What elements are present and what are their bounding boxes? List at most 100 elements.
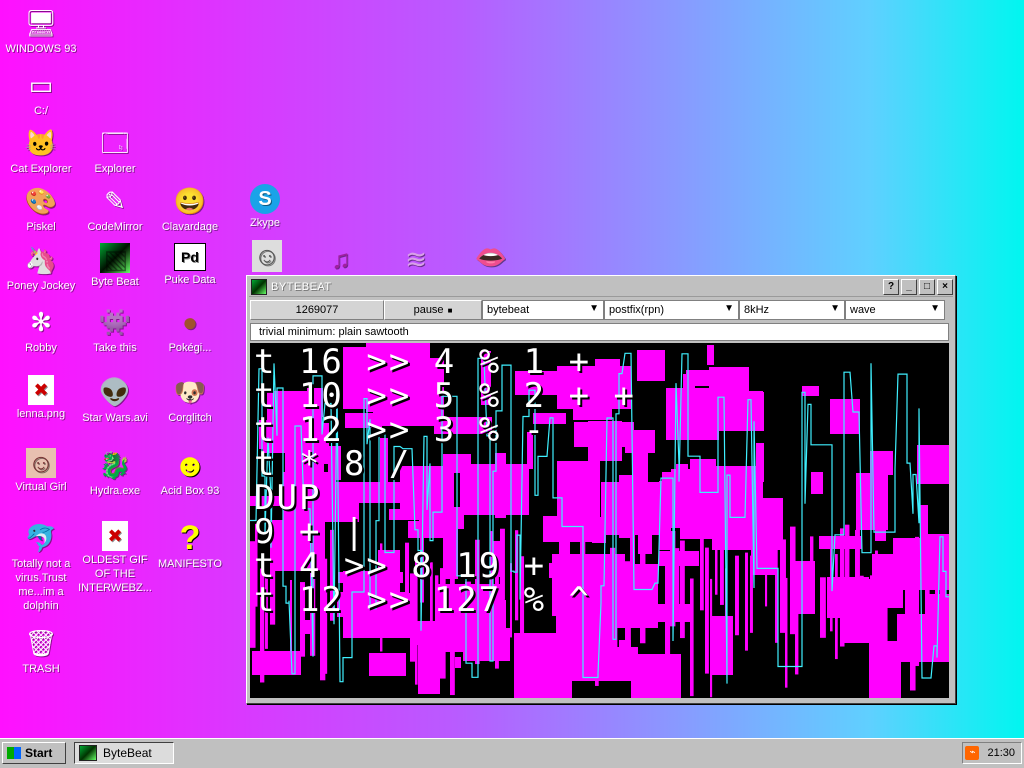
icon-label: TRASH xyxy=(22,663,60,675)
chevron-down-icon: ▼ xyxy=(589,303,599,314)
glitch-block xyxy=(811,472,823,494)
icon-acid-box[interactable]: ☻ Acid Box 93 xyxy=(151,448,229,498)
glitch-block xyxy=(637,350,665,381)
taskbar: Start ByteBeat ⌁ 21:30 xyxy=(0,738,1024,768)
bytebeat-icon xyxy=(79,745,97,761)
icon-pokegi[interactable]: ● Pokégi... xyxy=(151,305,229,355)
glitch-stripe xyxy=(705,547,709,674)
waves-icon: ≋ xyxy=(405,244,427,274)
icon-corglitch[interactable]: 🐶 Corglitch xyxy=(151,375,229,425)
window-titlebar[interactable]: BYTEBEAT ? _ □ × xyxy=(249,278,953,297)
pause-button[interactable]: pause ■ xyxy=(384,300,482,320)
icon-label: CodeMirror xyxy=(87,221,143,233)
icon-zkype[interactable]: S Zkype xyxy=(226,184,304,230)
icon-lenna[interactable]: ✖ lenna.png xyxy=(2,375,80,421)
bytebeat-window[interactable]: BYTEBEAT ? _ □ × 1269077 pause ■ bytebea… xyxy=(246,275,956,704)
icon-explorer[interactable]: 🗔 Explorer xyxy=(76,126,154,176)
icon-label: Acid Box 93 xyxy=(160,485,220,497)
glitch-stripe xyxy=(910,574,916,691)
icon-partial-sound[interactable]: ♫ xyxy=(302,242,380,278)
question-icon: ? xyxy=(179,519,201,557)
character-icon: 👾 xyxy=(98,307,132,337)
expression-description: trivial minimum: plain sawtooth xyxy=(250,323,949,341)
rate-select[interactable]: 8kHz ▼ xyxy=(739,300,845,320)
computer-icon: 🖥 xyxy=(24,8,58,38)
icon-codemirror[interactable]: ✎ CodeMirror xyxy=(76,184,154,234)
window-icon: 🗔 xyxy=(100,128,130,158)
icon-label: Robby xyxy=(25,342,57,354)
code-editor[interactable]: t 16 >> 4 % 1 + t 10 >> 5 % 2 + + t 12 >… xyxy=(254,345,636,617)
yoda-icon: 👽 xyxy=(98,377,132,407)
visualizer-canvas[interactable]: t 16 >> 4 % 1 + t 10 >> 5 % 2 + + t 12 >… xyxy=(250,343,949,698)
icon-piskel[interactable]: 🎨 Piskel xyxy=(2,184,80,234)
glitch-block xyxy=(761,498,783,545)
help-button[interactable]: ? xyxy=(883,279,899,295)
icon-partial-face[interactable]: ☺ xyxy=(228,240,306,274)
close-button[interactable]: × xyxy=(937,279,953,295)
minimize-button[interactable]: _ xyxy=(901,279,917,295)
glitch-stripe xyxy=(860,575,864,641)
maximize-button[interactable]: □ xyxy=(919,279,935,295)
palette-icon: 🎨 xyxy=(24,186,58,216)
glitch-block xyxy=(666,388,719,440)
icon-take-this[interactable]: 👾 Take this xyxy=(76,305,154,355)
puredata-icon: Pd xyxy=(174,243,206,271)
start-button[interactable]: Start xyxy=(2,742,66,764)
trash-icon: 🗑 xyxy=(24,628,58,658)
glitch-block xyxy=(756,443,764,482)
icon-trash[interactable]: 🗑 TRASH xyxy=(2,626,80,676)
glitch-stripe xyxy=(925,578,930,644)
chat-icon: 😀 xyxy=(173,186,207,216)
chevron-down-icon: ▼ xyxy=(830,303,840,314)
glitch-stripe xyxy=(675,548,680,621)
glitch-stripe xyxy=(845,524,850,595)
chevron-down-icon: ▼ xyxy=(930,303,940,314)
time-counter: 1269077 xyxy=(250,300,384,320)
bytebeat-icon: ▧ xyxy=(100,243,130,273)
glitch-block xyxy=(369,653,406,676)
icon-cat-explorer[interactable]: 🐱 Cat Explorer xyxy=(2,126,80,176)
icon-c-drive[interactable]: ▭ C:/ xyxy=(2,68,80,118)
rss-icon[interactable]: ⌁ xyxy=(965,746,980,760)
pause-label: pause xyxy=(413,304,444,316)
icon-label: Star Wars.avi xyxy=(82,412,148,424)
icon-dolphin[interactable]: 🐬 Totally not a virus.Trust me...im a do… xyxy=(2,521,80,613)
icon-manifesto[interactable]: ? MANIFESTO xyxy=(151,521,229,571)
glitch-block xyxy=(897,614,949,662)
icon-label: C:/ xyxy=(33,105,49,117)
view-select[interactable]: wave ▼ xyxy=(845,300,945,320)
glitch-block xyxy=(830,399,860,434)
task-label: ByteBeat xyxy=(103,746,152,760)
notation-select[interactable]: postfix(rpn) ▼ xyxy=(604,300,739,320)
view-value: wave xyxy=(850,304,876,316)
glitch-stripe xyxy=(870,575,876,663)
mode-select[interactable]: bytebeat ▼ xyxy=(482,300,604,320)
face-icon: ☺ xyxy=(26,448,56,478)
glitch-stripe xyxy=(715,533,718,595)
glitch-block xyxy=(920,505,928,538)
icon-partial-lips[interactable]: 👄 xyxy=(452,240,530,276)
icon-label: Explorer xyxy=(94,163,136,175)
icon-poney-jockey[interactable]: 🦄 Poney Jockey xyxy=(2,243,80,293)
glitch-stripe xyxy=(855,529,860,625)
icon-byte-beat[interactable]: ▧ Byte Beat xyxy=(76,243,154,289)
icon-windows-93[interactable]: 🖥 WINDOWS 93 xyxy=(2,6,80,56)
icon-star-wars[interactable]: 👽 Star Wars.avi xyxy=(76,375,154,425)
icon-virtual-girl[interactable]: ☺ Virtual Girl xyxy=(2,448,80,494)
sound-icon: ♫ xyxy=(331,244,351,274)
icon-label: OLDEST GIF OF THE INTERWEBZ... xyxy=(78,554,152,594)
glitch-stripe xyxy=(640,543,646,644)
glitch-stripe xyxy=(790,526,796,635)
glitch-stripe xyxy=(775,549,778,643)
icon-label: Totally not a virus.Trust me...im a dolp… xyxy=(11,558,71,612)
icon-oldest-gif[interactable]: ✖ OLDEST GIF OF THE INTERWEBZ... xyxy=(76,521,154,595)
glitch-stripe xyxy=(750,555,753,633)
icon-label: Hydra.exe xyxy=(89,485,141,497)
glitch-stripe xyxy=(735,555,739,636)
icon-partial-waves[interactable]: ≋ xyxy=(377,242,455,278)
icon-puke-data[interactable]: Pd Puke Data xyxy=(151,243,229,287)
icon-hydra[interactable]: 🐉 Hydra.exe xyxy=(76,448,154,498)
icon-robby[interactable]: ✻ Robby xyxy=(2,305,80,355)
taskbar-item-bytebeat[interactable]: ByteBeat xyxy=(74,742,174,764)
icon-clavardage[interactable]: 😀 Clavardage xyxy=(151,184,229,234)
